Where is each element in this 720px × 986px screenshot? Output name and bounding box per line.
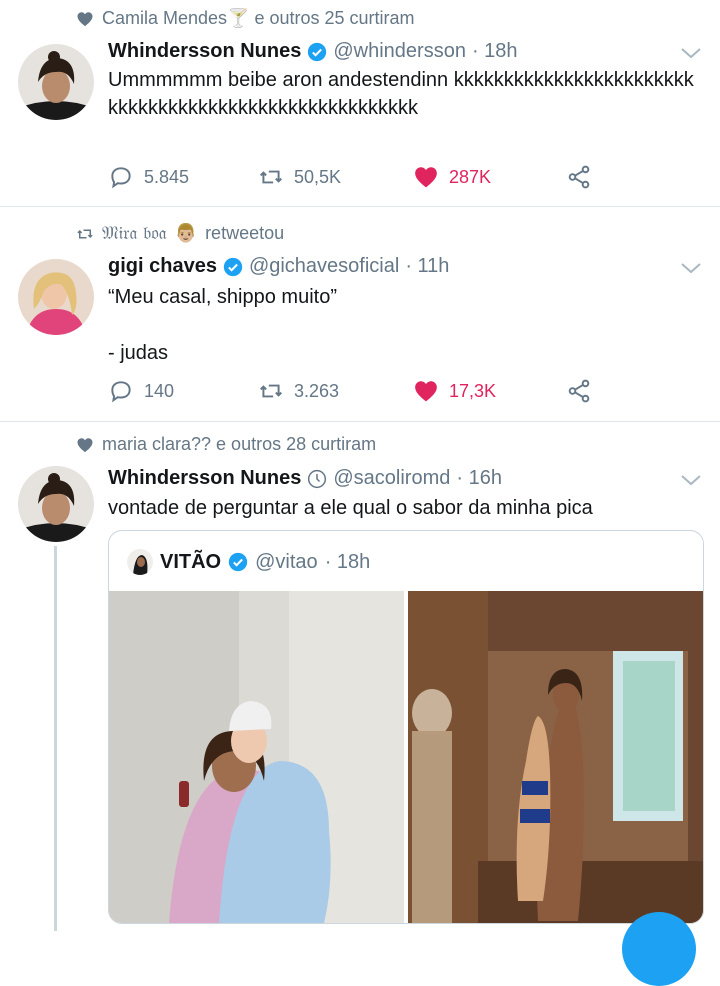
reply-count: 140	[144, 380, 175, 401]
avatar[interactable]	[18, 259, 94, 335]
like-button[interactable]: 17,3K	[413, 378, 496, 404]
retweeted-label: retweetou	[205, 223, 285, 243]
share-icon	[568, 379, 590, 403]
share-icon	[568, 165, 590, 189]
social-context: Camila Mendes🍸 e outros 25 curtiram	[76, 8, 415, 29]
social-context-text: Camila Mendes🍸 e outros 25 curtiram	[102, 8, 415, 28]
chevron-down-icon[interactable]	[680, 46, 702, 60]
tweet-1[interactable]: Camila Mendes🍸 e outros 25 curtiram Whin…	[0, 0, 720, 206]
media-photo-2[interactable]	[408, 591, 703, 923]
compose-tweet-button[interactable]	[622, 912, 696, 986]
tweet-text: “Meu casal, shippo muito” - judas	[108, 286, 337, 364]
verified-badge-icon	[308, 42, 327, 61]
quoted-tweet[interactable]: VITÃO @vitao · 18h	[108, 530, 704, 924]
quoted-avatar[interactable]	[127, 549, 153, 575]
tweet-header: Whindersson Nunes @whindersson · 18h	[108, 40, 518, 63]
heart-filled-icon	[415, 167, 437, 188]
tweet-2[interactable]: 𝔐𝔦𝔯𝔞 𝔟𝔬𝔞 👨🏼 retweetou gigi chaves @gicha…	[0, 207, 720, 421]
retweet-button[interactable]: 50,5K	[258, 164, 341, 190]
retweet-icon	[77, 229, 93, 238]
tweet-actions: 140 3.263 17,3K	[108, 378, 608, 408]
heart-filled-icon	[415, 381, 437, 402]
retweet-icon	[260, 384, 282, 398]
timestamp[interactable]: · 18h	[472, 40, 518, 63]
quoted-author-name[interactable]: VITÃO	[160, 551, 221, 574]
social-context: 𝔐𝔦𝔯𝔞 𝔟𝔬𝔞 👨🏼 retweetou	[76, 223, 284, 244]
reply-button[interactable]: 140	[108, 378, 174, 404]
retweet-icon	[260, 170, 282, 184]
thread-line	[54, 546, 57, 931]
author-handle[interactable]: @whindersson	[333, 40, 466, 63]
quoted-timestamp[interactable]: · 18h	[325, 551, 371, 574]
verified-badge-icon	[223, 257, 243, 276]
timestamp[interactable]: · 11h	[405, 255, 449, 278]
author-name[interactable]: Whindersson Nunes	[108, 40, 301, 63]
tweet-text: vontade de perguntar a ele qual o sabor …	[108, 497, 593, 519]
verified-badge-icon	[228, 552, 248, 572]
tweet-header: gigi chaves @gichavesoficial · 11h	[108, 255, 449, 278]
like-count: 287K	[449, 166, 492, 187]
tweet-actions: 5.845 50,5K 287K	[108, 164, 608, 194]
author-name[interactable]: gigi chaves	[108, 255, 217, 278]
author-name[interactable]: Whindersson Nunes	[108, 467, 301, 490]
social-context: maria clara?? e outros 28 curtiram	[76, 434, 376, 455]
heart-icon	[77, 437, 93, 452]
like-count: 17,3K	[449, 380, 497, 401]
author-handle[interactable]: @gichavesoficial	[249, 255, 399, 278]
reply-icon	[111, 381, 131, 403]
tweet-text: Ummmmmm beibe aron andestendinn kkkkkkkk…	[108, 69, 694, 119]
chevron-down-icon[interactable]	[680, 261, 702, 275]
reply-count: 5.845	[144, 166, 190, 187]
retweeter-emoji: 👨🏼	[174, 223, 198, 243]
reply-icon	[111, 167, 131, 189]
quoted-author-handle[interactable]: @vitao	[255, 551, 318, 574]
avatar[interactable]	[18, 44, 94, 120]
like-button[interactable]: 287K	[413, 164, 491, 190]
quoted-tweet-header: VITÃO @vitao · 18h	[127, 549, 370, 575]
social-context-text: maria clara?? e outros 28 curtiram	[102, 434, 377, 454]
media-photo-1[interactable]	[109, 591, 404, 923]
heart-icon	[77, 11, 93, 26]
reply-button[interactable]: 5.845	[108, 164, 189, 190]
share-button[interactable]	[566, 164, 592, 190]
timestamp[interactable]: · 16h	[456, 467, 502, 490]
retweeter-name[interactable]: 𝔐𝔦𝔯𝔞 𝔟𝔬𝔞	[102, 223, 167, 244]
avatar[interactable]	[18, 466, 94, 542]
tweet-header: Whindersson Nunes @sacoliromd · 16h	[108, 467, 502, 490]
author-handle[interactable]: @sacoliromd	[333, 467, 450, 490]
clock-icon	[308, 469, 327, 488]
chevron-down-icon[interactable]	[680, 473, 702, 487]
share-button[interactable]	[566, 378, 592, 404]
retweet-count: 3.263	[294, 380, 340, 401]
retweet-button[interactable]: 3.263	[258, 378, 339, 404]
retweet-count: 50,5K	[294, 166, 342, 187]
